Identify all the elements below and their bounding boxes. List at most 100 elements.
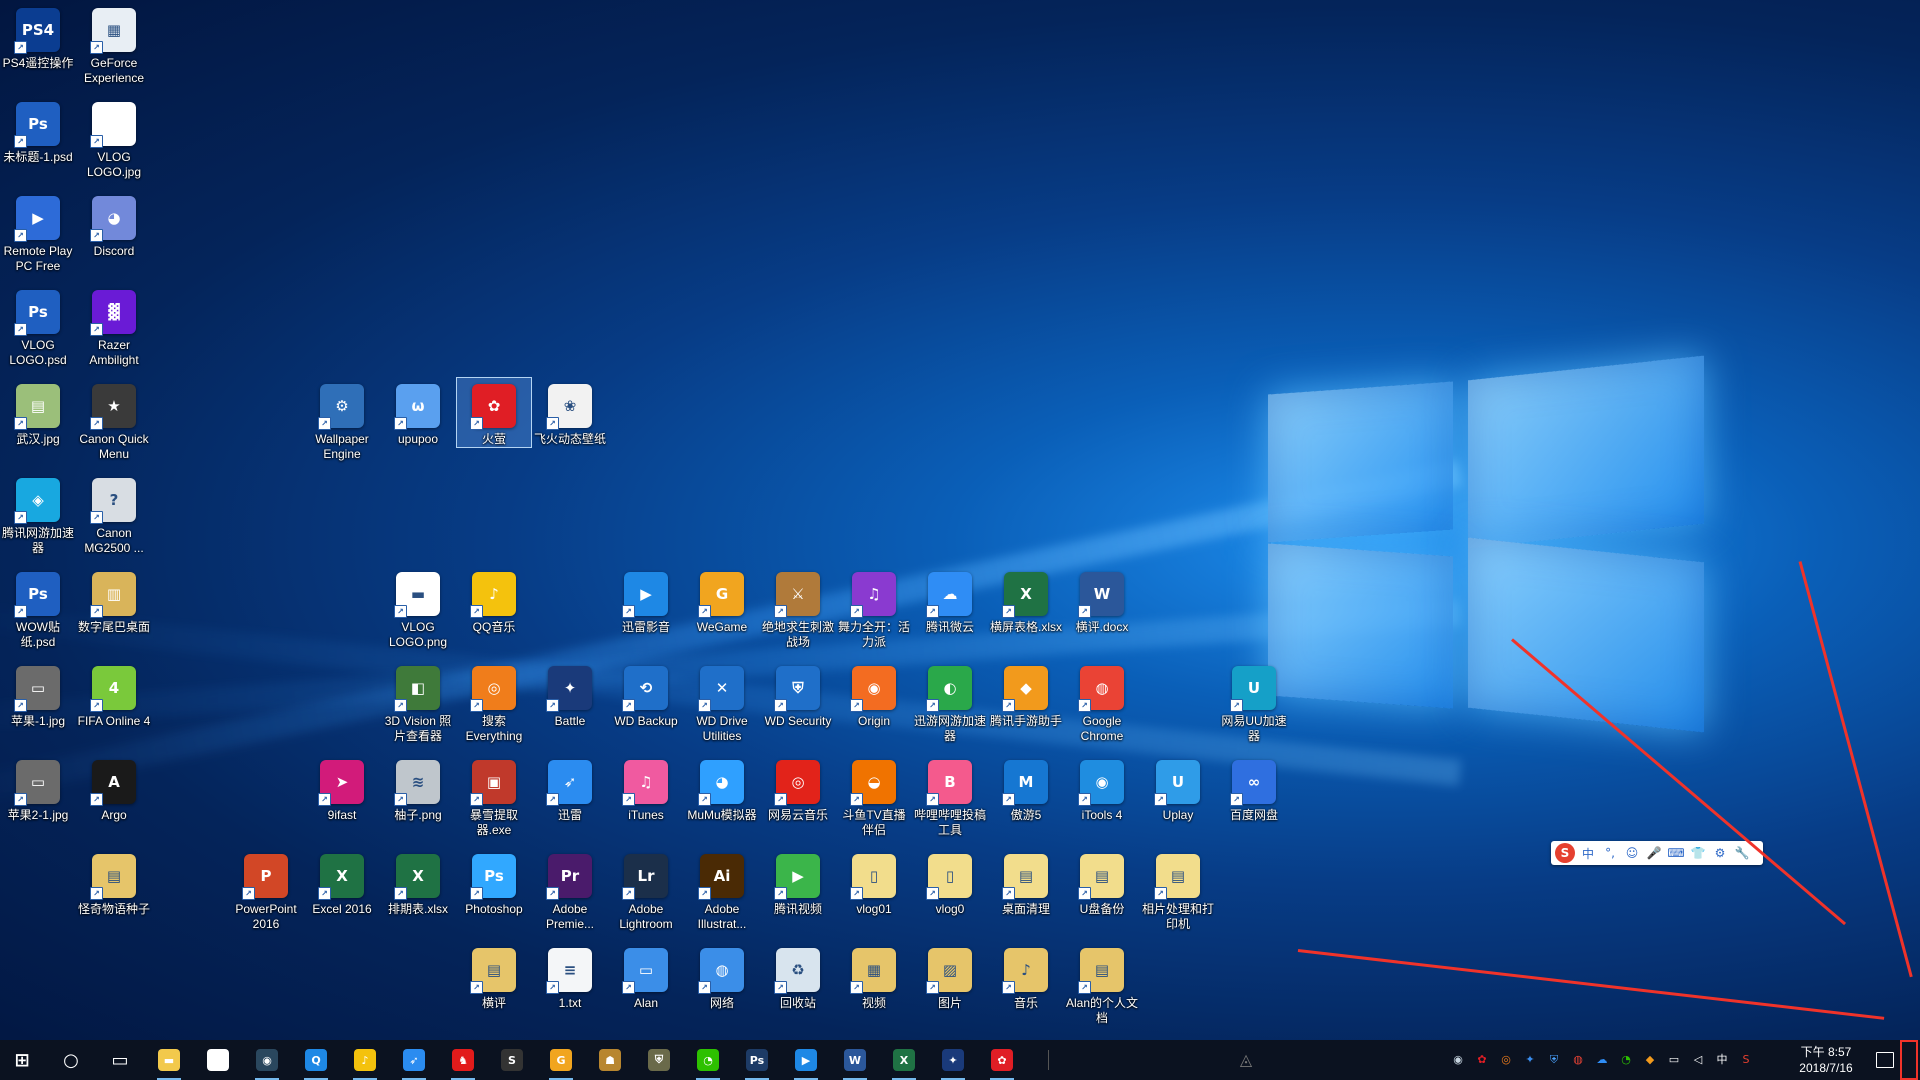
ime-item[interactable]: 🎤: [1645, 846, 1663, 860]
desktop-icon-wuhan[interactable]: ▤ ↗ 武汉.jpg: [1, 378, 75, 447]
desktop-icon-itunes[interactable]: ♫ ↗ iTunes: [609, 754, 683, 823]
desktop-icon-battle[interactable]: ✦ ↗ Battle: [533, 660, 607, 729]
taskbar-wechat-tb[interactable]: ◔: [688, 1044, 728, 1080]
taskbar-excel-tb[interactable]: X: [884, 1044, 924, 1080]
taskbar-shield-tb[interactable]: ⛨: [639, 1044, 679, 1076]
desktop-icon-qqmusic[interactable]: ♪ ↗ QQ音乐: [457, 566, 531, 635]
ime-item[interactable]: 🔧: [1733, 846, 1751, 860]
taskbar-steam[interactable]: ◉: [247, 1044, 287, 1080]
ime-item[interactable]: 中: [1579, 845, 1597, 862]
desktop-icon-txt[interactable]: ≡ ↗ 1.txt: [533, 942, 607, 1011]
desktop-icon-vlog-logo-png[interactable]: ▬ ↗ VLOG LOGO.png: [381, 566, 455, 650]
ime-item[interactable]: ⌨: [1667, 846, 1685, 860]
desktop-icon-itools[interactable]: ◉ ↗ iTools 4: [1065, 754, 1139, 823]
ime-item[interactable]: ⚙: [1711, 846, 1729, 860]
desktop-icon-zmql[interactable]: ▤ ↗ 桌面清理: [989, 848, 1063, 917]
desktop-icon-mumu[interactable]: ◕ ↗ MuMu模拟器: [685, 754, 759, 823]
wechat-tray-icon[interactable]: ◔: [1618, 1052, 1634, 1068]
desktop-icon-apple2[interactable]: ▭ ↗ 苹果2-1.jpg: [1, 754, 75, 823]
xbox-icon[interactable]: ◬: [1236, 1050, 1256, 1070]
desktop-icon-argo[interactable]: A ↗ Argo: [77, 754, 151, 823]
network-tray-icon[interactable]: ▭: [1666, 1052, 1682, 1068]
desktop-icon-xunlei[interactable]: ➶ ↗ 迅雷: [533, 754, 607, 823]
taskbar-game-tb[interactable]: ☗: [590, 1044, 630, 1076]
desktop-icon-xunlei-yy[interactable]: ▶ ↗ 迅雷影音: [609, 566, 683, 635]
chrome-tray-icon[interactable]: ◍: [1570, 1052, 1586, 1068]
taskbar-start[interactable]: ⊞: [2, 1044, 42, 1076]
desktop-icon-hengping-docx[interactable]: W ↗ 横评.docx: [1065, 566, 1139, 635]
desktop-icon-txsy[interactable]: ◆ ↗ 腾讯手游助手: [989, 660, 1063, 729]
desktop-icon-xpcl[interactable]: ▤ ↗ 相片处理和打印机: [1141, 848, 1215, 932]
desktop-icon-apple1[interactable]: ▭ ↗ 苹果-1.jpg: [1, 660, 75, 729]
desktop-icon-geforce[interactable]: ▦ ↗ GeForce Experience: [77, 2, 151, 86]
desktop-icon-txvideo[interactable]: ▶ ↗ 腾讯视频: [761, 848, 835, 917]
desktop-icon-douyu[interactable]: ◒ ↗ 斗鱼TV直播伴侣: [837, 754, 911, 838]
steam-tray-icon[interactable]: ◉: [1450, 1052, 1466, 1068]
desktop-icon-wdbackup[interactable]: ⟲ ↗ WD Backup: [609, 660, 683, 729]
desktop-icon-wyymusic[interactable]: ◎ ↗ 网易云音乐: [761, 754, 835, 823]
desktop-icon-origin[interactable]: ◉ ↗ Origin: [837, 660, 911, 729]
desktop-icon-canon-mg[interactable]: ? ↗ Canon MG2500 ...: [77, 472, 151, 556]
ime-item[interactable]: ☺: [1623, 846, 1641, 860]
desktop-icon-wow[interactable]: Ps ↗ WOW贴纸.psd: [1, 566, 75, 650]
ime-item[interactable]: S: [1555, 843, 1575, 863]
taskbar-file-explorer[interactable]: ▬: [149, 1044, 189, 1080]
ime-item[interactable]: °,: [1601, 846, 1619, 860]
desktop-icon-untitled-psd[interactable]: Ps ↗ 未标题-1.psd: [1, 96, 75, 165]
desktop-icon-pictures[interactable]: ▨ ↗ 图片: [913, 942, 987, 1011]
desktop-icon-ps4[interactable]: PS4 ↗ PS4遥控操作: [1, 2, 75, 71]
desktop-icon-remote-play[interactable]: ▶ ↗ Remote Play PC Free: [1, 190, 75, 274]
desktop-icon-chrome[interactable]: ◍ ↗ Google Chrome: [1065, 660, 1139, 744]
taskbar-xunlei-yy-tb[interactable]: ▶: [786, 1044, 826, 1080]
everything-tray-icon[interactable]: ◎: [1498, 1052, 1514, 1068]
desktop-icon-photoshop[interactable]: Ps ↗ Photoshop: [457, 848, 531, 917]
ime-tray-icon[interactable]: 中: [1714, 1052, 1730, 1068]
volume-tray-icon[interactable]: ◁: [1690, 1052, 1706, 1068]
clock[interactable]: 下午 8:57 2018/7/16: [1796, 1044, 1856, 1076]
desktop-icon-discord[interactable]: ◕ ↗ Discord: [77, 190, 151, 259]
sogou-ime-toolbar[interactable]: S 中 °, ☺ 🎤 ⌨ 👕 ⚙ 🔧: [1551, 841, 1763, 865]
sogou-tray-icon[interactable]: S: [1738, 1052, 1754, 1068]
taskbar-qqmusic-tb[interactable]: ♪: [345, 1044, 385, 1080]
desktop-icon-tencent-acc[interactable]: ◈ ↗ 腾讯网游加速器: [1, 472, 75, 556]
desktop-icon-premiere[interactable]: Pr ↗ Adobe Premie...: [533, 848, 607, 932]
desktop-icon-vlog-logo-psd[interactable]: Ps ↗ VLOG LOGO.psd: [1, 284, 75, 368]
desktop-icon-baoxue[interactable]: ▣ ↗ 暴雪提取器.exe: [457, 754, 531, 838]
notification-icon[interactable]: [1876, 1052, 1894, 1068]
taskbar-battle-tb[interactable]: ✦: [933, 1044, 973, 1080]
desktop-icon-paiqi[interactable]: X ↗ 排期表.xlsx: [381, 848, 455, 917]
desktop-icon-vlog01[interactable]: ▯ ↗ vlog01: [837, 848, 911, 917]
desktop-icon-canon-quick[interactable]: ★ ↗ Canon Quick Menu: [77, 378, 151, 462]
desktop-icon-music[interactable]: ♪ ↗ 音乐: [989, 942, 1063, 1011]
desktop-icon-upupoo[interactable]: ω ↗ upupoo: [381, 378, 455, 447]
security-tray-icon[interactable]: ⛨: [1546, 1052, 1562, 1068]
show-desktop-button[interactable]: [1900, 1040, 1918, 1080]
app-tray-icon[interactable]: ◆: [1642, 1052, 1658, 1068]
desktop-icon-baidupan[interactable]: ∞ ↗ 百度网盘: [1217, 754, 1291, 823]
desktop-icon-wallpaper-engine[interactable]: ⚙ ↗ Wallpaper Engine: [305, 378, 379, 462]
huoying-tray-icon[interactable]: ✿: [1474, 1052, 1490, 1068]
desktop-icon-alan-docs[interactable]: ▤ ↗ Alan的个人文档: [1065, 942, 1139, 1026]
desktop-icon-feihuo[interactable]: ❀ ↗ 飞火动态壁纸: [533, 378, 607, 447]
desktop-icon-alan[interactable]: ▭ ↗ Alan: [609, 942, 683, 1011]
desktop-icon-vlog-logo-jpg[interactable]: ↗ VLOG LOGO.jpg: [77, 96, 151, 180]
desktop-icon-vlog0[interactable]: ▯ ↗ vlog0: [913, 848, 987, 917]
desktop-icon-pubg[interactable]: ⚔ ↗ 绝地求生刺激战场: [761, 566, 835, 650]
taskbar-wegame-tb[interactable]: G: [541, 1044, 581, 1080]
desktop-icon-uplay[interactable]: U ↗ Uplay: [1141, 754, 1215, 823]
taskbar-search[interactable]: ○: [51, 1044, 91, 1076]
ime-item[interactable]: 👕: [1689, 846, 1707, 860]
battle-tray-icon[interactable]: ✦: [1522, 1052, 1538, 1068]
desktop-icon-hengping[interactable]: ▤ ↗ 横评: [457, 942, 531, 1011]
desktop-icon-aoyou5[interactable]: M ↗ 傲游5: [989, 754, 1063, 823]
desktop-icon-huoying[interactable]: ✿ ↗ 火萤: [456, 377, 532, 448]
desktop-icon-wegame[interactable]: G ↗ WeGame: [685, 566, 759, 635]
desktop-icon-fifa[interactable]: 4 ↗ FIFA Online 4: [77, 660, 151, 729]
desktop-icon-network[interactable]: ◍ ↗ 网络: [685, 942, 759, 1011]
desktop-icon-everything[interactable]: ◎ ↗ 搜索 Everything: [457, 660, 531, 744]
desktop-icon-guaiqi[interactable]: ▤ ↗ 怪奇物语种子: [77, 848, 151, 917]
desktop-icon-razer[interactable]: ▓ ↗ Razer Ambilight: [77, 284, 151, 368]
desktop-icon-videos[interactable]: ▦ ↗ 视频: [837, 942, 911, 1011]
desktop-icon-txwy[interactable]: ☁ ↗ 腾讯微云: [913, 566, 987, 635]
taskbar-store[interactable]: ▣: [198, 1044, 238, 1076]
